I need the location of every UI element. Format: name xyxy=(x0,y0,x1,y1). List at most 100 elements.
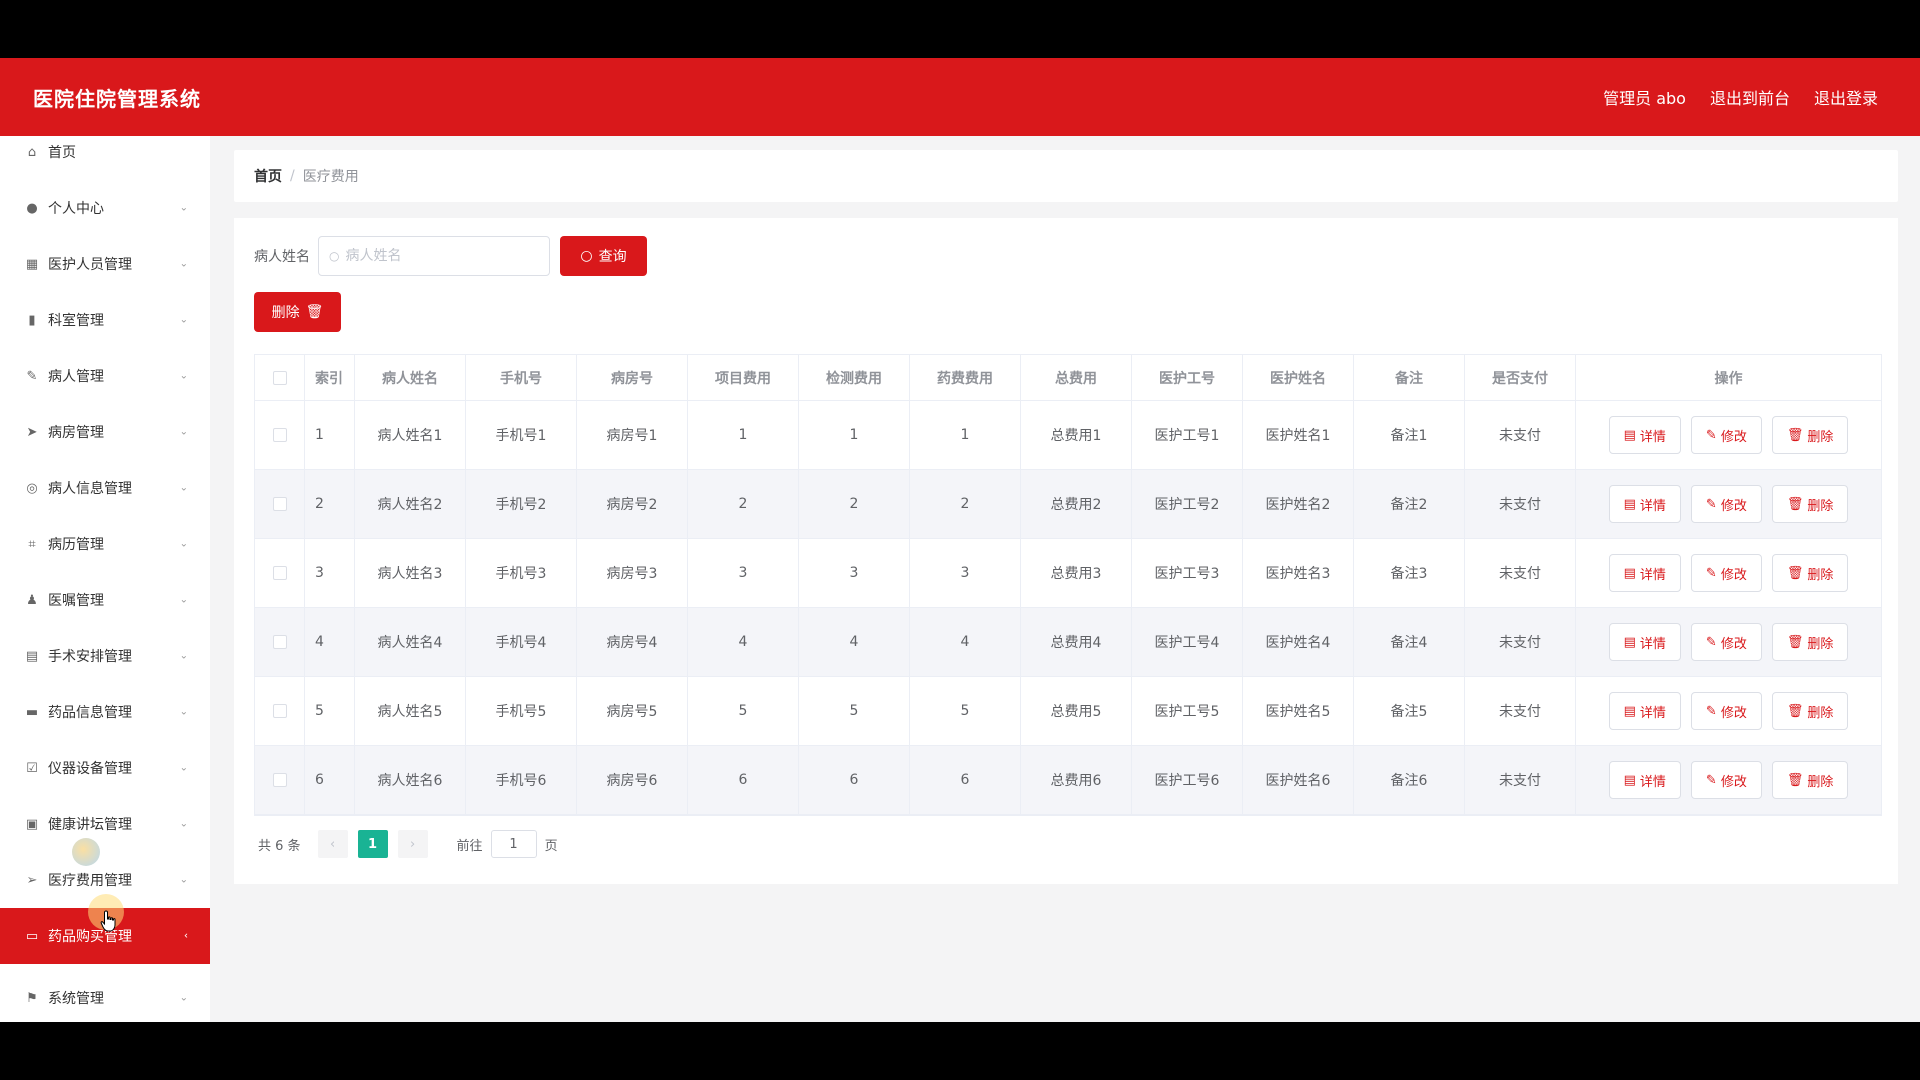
search-input[interactable] xyxy=(345,248,526,264)
sidebar-item-department[interactable]: ▮ 科室管理 ⌄ xyxy=(0,292,210,348)
row-checkbox[interactable] xyxy=(272,566,287,580)
row-checkbox[interactable] xyxy=(272,773,287,787)
batch-delete-button[interactable]: 删除 🗑 xyxy=(254,292,341,332)
edit-button[interactable]: ✎ 修改 xyxy=(1690,416,1762,454)
sidebar-item-label: 病历管理 xyxy=(48,537,104,553)
document-icon: ▤ xyxy=(1623,496,1636,512)
edit-button[interactable]: ✎ 修改 xyxy=(1690,692,1762,730)
edit-button[interactable]: ✎ 修改 xyxy=(1690,761,1762,799)
document-icon: ▤ xyxy=(1623,634,1636,650)
table-cell: 4 xyxy=(305,608,355,676)
search-button[interactable]: ○ 查询 xyxy=(560,236,647,276)
table-cell: 病人姓名2 xyxy=(355,470,466,538)
table-cell: 备注4 xyxy=(1354,608,1465,676)
sidebar-item-drug-info[interactable]: ▬ 药品信息管理 ⌄ xyxy=(0,684,210,740)
pagination-prev-button[interactable]: ‹ xyxy=(317,830,348,858)
sidebar-item-label: 药品信息管理 xyxy=(48,705,132,721)
edit-button-label: 修改 xyxy=(1720,774,1747,790)
table-cell: 病房号3 xyxy=(577,539,688,607)
delete-button[interactable]: 🗑 删除 xyxy=(1771,485,1849,523)
breadcrumb-home[interactable]: 首页 xyxy=(254,166,282,186)
sidebar-item-home[interactable]: ⌂ 首页 xyxy=(0,136,210,168)
edit-icon: ✎ xyxy=(26,368,38,384)
detail-button[interactable]: ▤ 详情 xyxy=(1608,416,1681,454)
column-header: 操作 xyxy=(1714,370,1743,387)
delete-button[interactable]: 🗑 删除 xyxy=(1771,692,1849,730)
chevron-down-icon: ⌄ xyxy=(179,874,188,886)
chevron-down-icon: ⌄ xyxy=(179,706,188,718)
row-checkbox-cell xyxy=(255,677,305,745)
delete-button[interactable]: 🗑 删除 xyxy=(1771,416,1849,454)
table-cell: 5 xyxy=(305,677,355,745)
pagination-total: 共 6 条 xyxy=(258,838,301,854)
row-checkbox[interactable] xyxy=(272,635,287,649)
pencil-icon: ✎ xyxy=(1705,496,1717,512)
row-actions: ▤ 详情 ✎ 修改 🗑 删除 xyxy=(1576,539,1881,607)
back-to-front-link[interactable]: 退出到前台 xyxy=(1710,85,1790,109)
delete-button[interactable]: 🗑 删除 xyxy=(1771,761,1849,799)
table-cell: 手机号1 xyxy=(466,401,577,469)
delete-button-label: 删除 xyxy=(1807,636,1834,652)
sidebar-item-ward[interactable]: ➤ 病房管理 ⌄ xyxy=(0,404,210,460)
table-cell: 总费用5 xyxy=(1021,677,1132,745)
hand-cursor-icon xyxy=(100,910,116,932)
table-cell: 病人姓名6 xyxy=(355,746,466,814)
edit-button[interactable]: ✎ 修改 xyxy=(1690,623,1762,661)
pagination-page-1[interactable]: 1 xyxy=(357,830,388,858)
chevron-down-icon: ⌄ xyxy=(179,594,188,606)
table-cell: 3 xyxy=(910,539,1021,607)
row-checkbox-cell xyxy=(255,470,305,538)
select-all-checkbox[interactable] xyxy=(272,370,287,385)
detail-button[interactable]: ▤ 详情 xyxy=(1608,485,1681,523)
table-cell: 手机号5 xyxy=(466,677,577,745)
main-content: 首页 / 医疗费用 病人姓名 ○ ○ 查询 删除 🗑 索引病 xyxy=(234,150,1898,884)
sidebar-item-medical-staff[interactable]: ▦ 医护人员管理 ⌄ xyxy=(0,236,210,292)
sidebar-item-medical-orders[interactable]: ♟ 医嘱管理 ⌄ xyxy=(0,572,210,628)
pencil-icon: ✎ xyxy=(1705,772,1717,788)
edit-button[interactable]: ✎ 修改 xyxy=(1690,485,1762,523)
pagination-next-button[interactable]: › xyxy=(397,830,428,858)
sidebar-item-label: 首页 xyxy=(48,145,76,161)
edit-button-label: 修改 xyxy=(1720,636,1747,652)
sidebar-item-label: 健康讲坛管理 xyxy=(48,817,132,833)
admin-user-link[interactable]: 管理员 abo xyxy=(1603,85,1686,109)
detail-button[interactable]: ▤ 详情 xyxy=(1608,623,1681,661)
table-cell: 医护工号3 xyxy=(1132,539,1243,607)
detail-button[interactable]: ▤ 详情 xyxy=(1608,554,1681,592)
sidebar-item-equipment[interactable]: ☑ 仪器设备管理 ⌄ xyxy=(0,740,210,796)
table-cell: 备注5 xyxy=(1354,677,1465,745)
sidebar-item-health-forum[interactable]: ▣ 健康讲坛管理 ⌄ xyxy=(0,796,210,852)
sidebar-item-label: 系统管理 xyxy=(48,991,104,1007)
sidebar-item-system[interactable]: ⚑ 系统管理 ⌄ xyxy=(0,970,210,1022)
detail-button[interactable]: ▤ 详情 xyxy=(1608,692,1681,730)
sidebar-item-personal-center[interactable]: ● 个人中心 ⌄ xyxy=(0,180,210,236)
delete-button[interactable]: 🗑 删除 xyxy=(1771,623,1849,661)
sidebar-item-surgery[interactable]: ▤ 手术安排管理 ⌄ xyxy=(0,628,210,684)
delete-button[interactable]: 🗑 删除 xyxy=(1771,554,1849,592)
home-icon: ⌂ xyxy=(27,144,37,160)
edit-button-label: 修改 xyxy=(1720,705,1747,721)
row-checkbox[interactable] xyxy=(272,704,287,718)
table-cell: 医护姓名6 xyxy=(1243,746,1354,814)
row-checkbox[interactable] xyxy=(272,428,287,442)
document-icon: ▤ xyxy=(1623,703,1636,719)
row-actions: ▤ 详情 ✎ 修改 🗑 删除 xyxy=(1576,401,1881,469)
chevron-down-icon: ⌄ xyxy=(179,762,188,774)
sidebar-item-patient[interactable]: ✎ 病人管理 ⌄ xyxy=(0,348,210,404)
row-checkbox[interactable] xyxy=(272,497,287,511)
logout-link[interactable]: 退出登录 xyxy=(1814,85,1878,109)
pencil-icon: ✎ xyxy=(1705,565,1717,581)
edit-button[interactable]: ✎ 修改 xyxy=(1690,554,1762,592)
table-cell: 备注2 xyxy=(1354,470,1465,538)
sidebar-item-medical-record[interactable]: ⌗ 病历管理 ⌄ xyxy=(0,516,210,572)
sidebar-item-patient-info[interactable]: ◎ 病人信息管理 ⌄ xyxy=(0,460,210,516)
table-cell: 总费用4 xyxy=(1021,608,1132,676)
sidebar-item-label: 病房管理 xyxy=(48,425,104,441)
table-header-row: 索引 病人姓名 手机号 病房号 项目费用 检测费用 药费费用 总费用 医护工号 医护姓名 备注 是否支… xyxy=(255,355,1881,401)
sidebar-item-label: 医护人员管理 xyxy=(48,257,132,273)
trash-icon: 🗑 xyxy=(1786,427,1804,443)
detail-button[interactable]: ▤ 详情 xyxy=(1608,761,1681,799)
table-cell: 病房号6 xyxy=(577,746,688,814)
goto-page-input[interactable] xyxy=(490,830,537,858)
table-cell: 备注1 xyxy=(1354,401,1465,469)
